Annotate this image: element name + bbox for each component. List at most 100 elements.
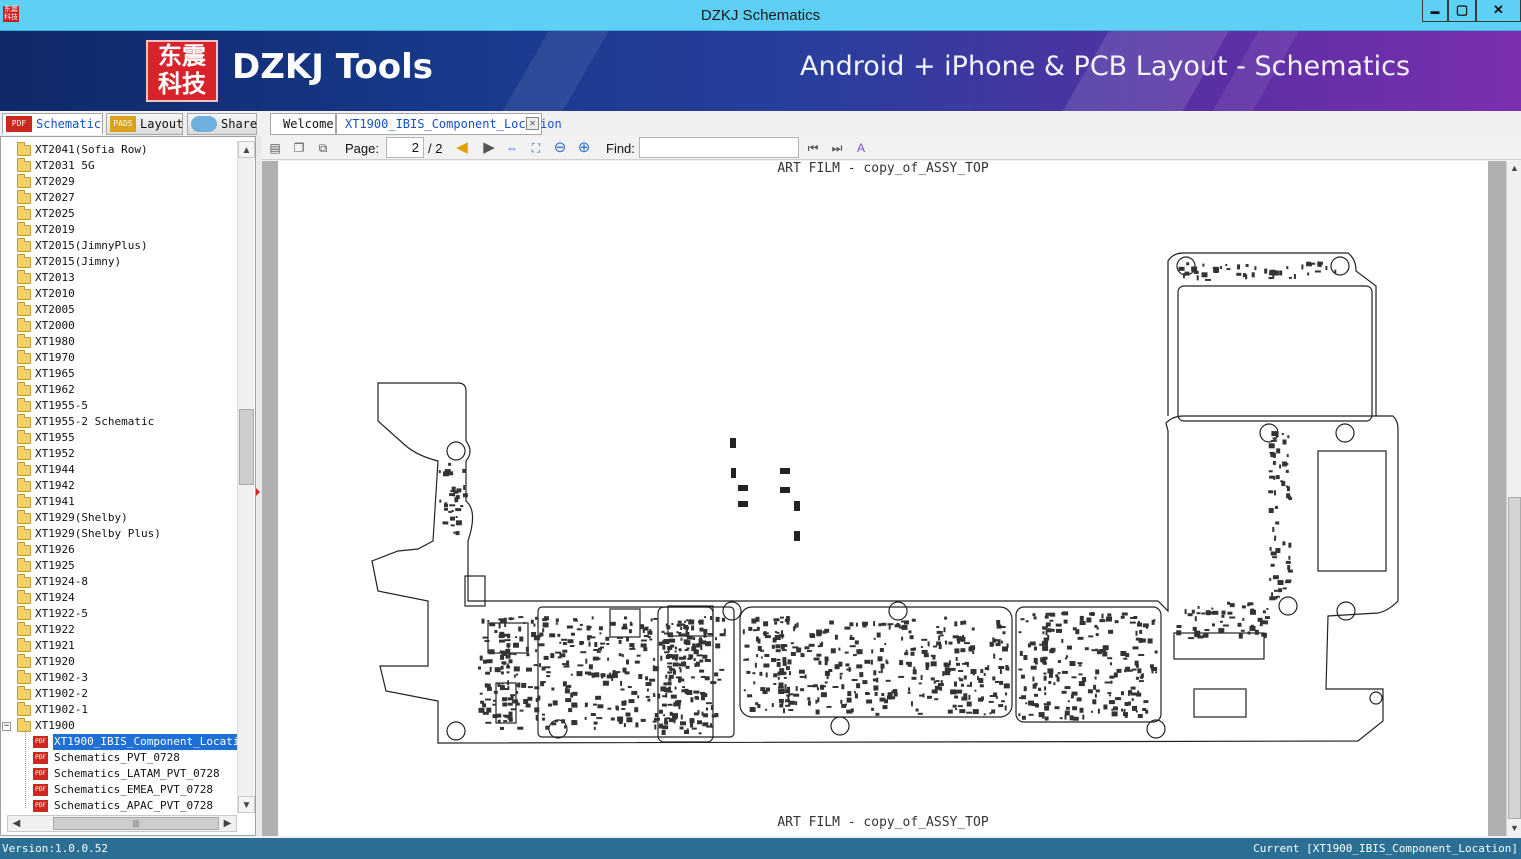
- pcb-component: [678, 678, 685, 682]
- doc-scroll-up-icon[interactable]: ▲: [1507, 161, 1521, 176]
- collapse-icon[interactable]: −: [2, 722, 11, 731]
- pcb-component: [1184, 609, 1187, 615]
- pcb-component: [964, 642, 970, 645]
- pcb-component: [1151, 619, 1155, 625]
- pcb-component: [1137, 690, 1140, 696]
- close-button[interactable]: ✕: [1476, 0, 1521, 22]
- pcb-component: [1254, 266, 1257, 271]
- pcb-component: [535, 649, 538, 653]
- previous-page-icon[interactable]: ◀: [453, 139, 471, 157]
- pcb-component: [954, 648, 960, 654]
- pcb-component: [781, 630, 783, 635]
- pcb-component: [620, 680, 623, 686]
- pcb-component: [1269, 577, 1272, 581]
- pcb-component: [963, 675, 967, 680]
- next-page-icon[interactable]: ▶: [480, 139, 498, 157]
- pcb-component: [649, 638, 653, 641]
- pcb-component: [793, 693, 800, 697]
- pcb-component: [508, 716, 513, 722]
- pcb-component: [1269, 596, 1276, 601]
- pcb-component: [1271, 592, 1274, 597]
- tab-document[interactable]: XT1900_IBIS_Component_Location ✕: [336, 113, 562, 135]
- pcb-component: [439, 499, 442, 503]
- pcb-component: [697, 720, 702, 725]
- find-next-icon[interactable]: ⏭: [828, 139, 846, 157]
- pcb-component: [1077, 636, 1084, 640]
- pcb-component: [555, 651, 562, 654]
- pcb-component: [1204, 629, 1210, 631]
- fit-page-icon[interactable]: ⛶: [527, 139, 545, 157]
- find-input[interactable]: [639, 137, 799, 158]
- pcb-component: [845, 703, 847, 706]
- pcb-component: [486, 659, 493, 664]
- pcb-component: [704, 676, 710, 681]
- pcb-component: [870, 659, 873, 665]
- scroll-thumb[interactable]: [239, 409, 254, 485]
- pcb-component: [714, 672, 719, 677]
- find-previous-icon[interactable]: ⏮: [804, 139, 822, 157]
- pcb-component: [856, 683, 861, 689]
- document-viewer[interactable]: ART FILM - copy_of_ASSY_TOP ART FILM - c…: [262, 161, 1506, 836]
- highlight-icon[interactable]: A: [852, 139, 870, 157]
- page-number-input[interactable]: 2: [386, 137, 424, 158]
- pcb-component: [552, 700, 558, 706]
- pcb-component: [963, 620, 967, 625]
- pcb-component: [587, 635, 591, 641]
- pcb-component: [1278, 588, 1283, 593]
- pcb-component: [760, 656, 763, 659]
- folder-icon: [17, 622, 31, 636]
- tree-vertical-scrollbar[interactable]: ▲ ▼: [237, 141, 255, 813]
- pcb-component: [686, 635, 693, 640]
- pcb-component: [1098, 649, 1102, 652]
- tab-layout[interactable]: PADS Layout: [106, 113, 183, 135]
- pcb-component: [663, 682, 668, 686]
- tree-horizontal-scrollbar[interactable]: ◀ ||| ▶: [7, 815, 237, 832]
- pcb-component: [596, 650, 601, 653]
- tab-share[interactable]: Share: [187, 113, 257, 135]
- zoom-in-icon[interactable]: ⊕: [575, 139, 593, 157]
- open-file-icon[interactable]: ▤: [266, 139, 284, 157]
- pcb-component: [562, 681, 567, 687]
- minimize-button[interactable]: ▬: [1422, 0, 1448, 22]
- pcb-component: [698, 732, 702, 735]
- tab-welcome[interactable]: Welcome: [270, 113, 336, 135]
- pcb-component: [1072, 627, 1077, 631]
- pcb-component: [682, 623, 684, 626]
- pcb-component: [1111, 708, 1114, 711]
- pcb-component: [705, 702, 712, 705]
- scroll-down-icon[interactable]: ▼: [238, 796, 255, 813]
- tree-folder-label: XT1920: [35, 655, 75, 668]
- pcb-component: [1183, 273, 1185, 279]
- pcb-component: [1050, 612, 1055, 617]
- maximize-button[interactable]: ▢: [1448, 0, 1476, 22]
- close-tab-icon[interactable]: ✕: [526, 117, 539, 130]
- pcb-component: [824, 670, 830, 676]
- document-vertical-scrollbar[interactable]: ▲ ▼: [1506, 161, 1521, 836]
- export-icon[interactable]: ⧉: [314, 139, 332, 157]
- pcb-component: [959, 678, 964, 682]
- pcb-component: [923, 653, 929, 658]
- pcb-component: [541, 681, 546, 683]
- pcb-component: [957, 705, 963, 708]
- tree-folder-label: XT1924: [35, 591, 75, 604]
- pcb-component: [455, 508, 462, 512]
- pcb-component: [699, 627, 704, 632]
- copy-icon[interactable]: ❐: [290, 139, 308, 157]
- scroll-left-icon[interactable]: ◀: [8, 816, 25, 831]
- scroll-right-icon[interactable]: ▶: [219, 816, 236, 831]
- pcb-component: [1276, 448, 1281, 454]
- tab-schematic[interactable]: PDF Schematic: [2, 113, 103, 135]
- collapse-arrow-icon[interactable]: [256, 488, 260, 496]
- fit-width-icon[interactable]: ⇔: [503, 139, 521, 157]
- zoom-out-icon[interactable]: ⊖: [551, 139, 569, 157]
- scroll-up-icon[interactable]: ▲: [238, 141, 255, 158]
- scroll-thumb-horizontal[interactable]: |||: [53, 817, 219, 830]
- folder-icon: [17, 190, 31, 204]
- doc-scroll-thumb[interactable]: [1508, 497, 1521, 819]
- tree-folder-label: XT1929(Shelby): [35, 511, 128, 524]
- pcb-component: [681, 661, 687, 667]
- doc-scroll-down-icon[interactable]: ▼: [1507, 821, 1521, 836]
- pcb-component: [901, 620, 904, 623]
- pcb-component: [1056, 628, 1062, 633]
- pcb-component: [668, 668, 675, 671]
